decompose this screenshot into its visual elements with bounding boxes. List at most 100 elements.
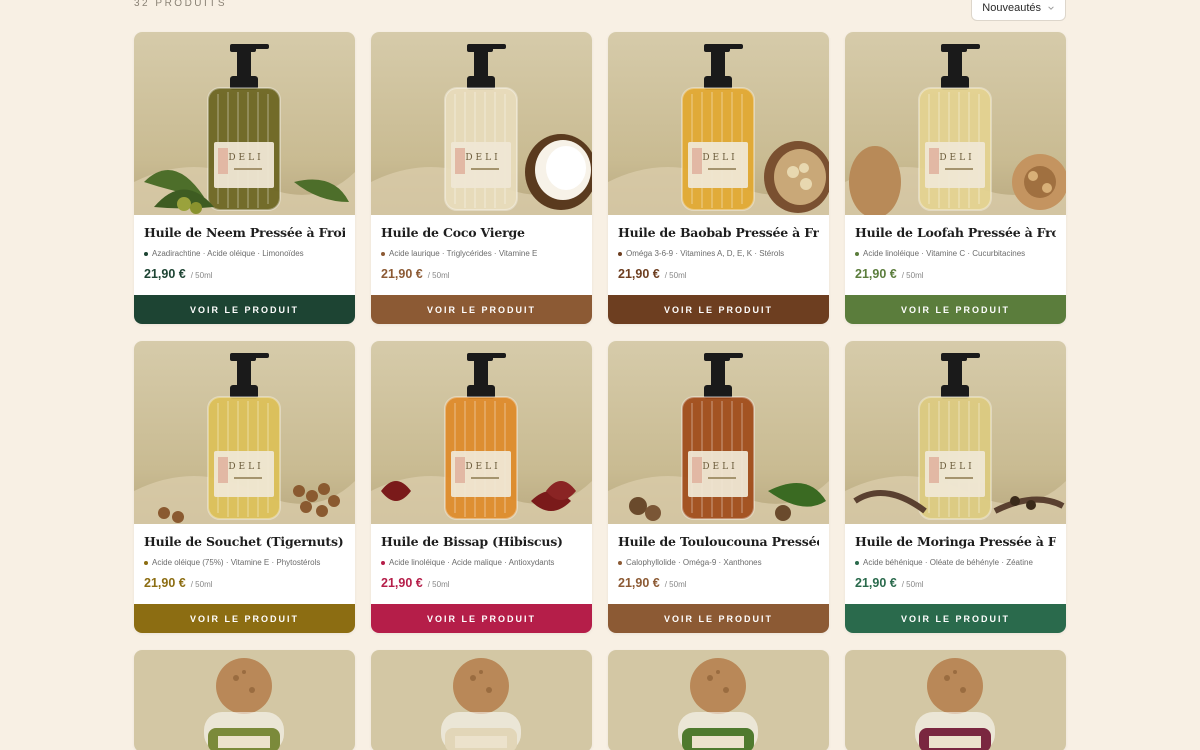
product-card[interactable]	[371, 650, 592, 750]
view-product-button[interactable]: VOIR LE PRODUIT	[608, 604, 829, 633]
product-card[interactable]: DELI Huile de Bissap (Hibiscus) Acide lino…	[371, 341, 592, 633]
product-name[interactable]: Huile de Neem Pressée à Froid	[144, 225, 345, 240]
product-card[interactable]: DELI Huile de Moringa Pressée à Froid Acid…	[845, 341, 1066, 633]
product-price: 21,90 €	[618, 267, 660, 281]
baobab-fruit	[764, 141, 829, 213]
view-product-button[interactable]: VOIR LE PRODUIT	[134, 295, 355, 324]
product-card[interactable]	[845, 650, 1066, 750]
product-image[interactable]: DELI	[845, 32, 1066, 215]
product-ingredients: Calophyllolide · Oméga-9 · Xanthones	[618, 558, 819, 567]
product-card[interactable]	[134, 650, 355, 750]
product-photo	[608, 650, 829, 750]
product-name[interactable]: Huile de Coco Vierge	[381, 225, 582, 240]
view-product-button[interactable]: VOIR LE PRODUIT	[845, 295, 1066, 324]
svg-text:DELI: DELI	[228, 462, 263, 472]
product-name[interactable]: Huile de Souchet (Tigernuts)	[144, 534, 345, 549]
ingredients-text: Acide béhénique · Oléate de béhényle · Z…	[863, 558, 1033, 567]
product-image[interactable]: DELI	[371, 32, 592, 215]
product-photo: DELI	[608, 341, 829, 524]
product-info: Huile de Touloucouna Pressée à Froid Calo…	[608, 524, 829, 604]
bullet-dot-icon	[855, 251, 859, 256]
product-info: Huile de Bissap (Hibiscus) Acide linoléiq…	[371, 524, 592, 604]
product-photo: DELI	[371, 341, 592, 524]
price-row: 21,90 € / 50ml	[618, 576, 819, 590]
ingredients-text: Azadirachtine · Acide oléique · Limonoïd…	[152, 249, 304, 258]
product-ingredients: Acide laurique · Triglycérides · Vitamin…	[381, 249, 582, 258]
product-image[interactable]: DELI	[845, 341, 1066, 524]
product-price: 21,90 €	[618, 576, 660, 590]
product-card[interactable]: DELI Huile de Loofah Pressée à Froid Acide…	[845, 32, 1066, 324]
product-info: Huile de Neem Pressée à Froid Azadirachti…	[134, 215, 355, 295]
product-card[interactable]: DELI Huile de Coco Vierge Acide laurique ·…	[371, 32, 592, 324]
product-ingredients: Azadirachtine · Acide oléique · Limonoïd…	[144, 249, 345, 258]
product-name[interactable]: Huile de Baobab Pressée à Froid	[618, 225, 819, 240]
product-photo	[134, 650, 355, 750]
product-card[interactable]	[608, 650, 829, 750]
view-product-button[interactable]: VOIR LE PRODUIT	[134, 604, 355, 633]
product-card[interactable]: DELI Huile de Neem Pressée à Froid Azadira…	[134, 32, 355, 324]
price-row: 21,90 € / 50ml	[381, 267, 582, 281]
product-info: Huile de Coco Vierge Acide laurique · Tri…	[371, 215, 592, 295]
view-product-button[interactable]: VOIR LE PRODUIT	[371, 295, 592, 324]
product-unit: / 50ml	[190, 271, 213, 280]
product-image[interactable]: DELI	[134, 32, 355, 215]
product-ingredients: Acide linoléique · Acide malique · Antio…	[381, 558, 582, 567]
svg-text:DELI: DELI	[939, 153, 974, 163]
view-product-button[interactable]: VOIR LE PRODUIT	[845, 604, 1066, 633]
bullet-dot-icon	[144, 560, 148, 565]
svg-text:DELI: DELI	[465, 153, 500, 163]
product-ingredients: Acide linoléique · Vitamine C · Cucurbit…	[855, 249, 1056, 258]
svg-text:DELI: DELI	[465, 462, 500, 472]
product-card[interactable]: DELI Huile de Souchet (Tigernuts) Acide ol…	[134, 341, 355, 633]
product-unit: / 50ml	[427, 580, 450, 589]
ingredients-text: Acide oléique (75%) · Vitamine E · Phyto…	[152, 558, 321, 567]
product-card[interactable]: DELI Huile de Touloucouna Pressée à Froid…	[608, 341, 829, 633]
product-image[interactable]: DELI	[371, 341, 592, 524]
product-info: Huile de Souchet (Tigernuts) Acide oléiqu…	[134, 524, 355, 604]
product-price: 21,90 €	[855, 267, 897, 281]
svg-text:DELI: DELI	[228, 153, 263, 163]
view-product-button[interactable]: VOIR LE PRODUIT	[608, 295, 829, 324]
product-image[interactable]	[845, 650, 1066, 750]
product-card[interactable]: DELI Huile de Baobab Pressée à Froid Oméga…	[608, 32, 829, 324]
product-grid: DELI Huile de Neem Pressée à Froid Azadira…	[134, 32, 1066, 750]
view-product-button[interactable]: VOIR LE PRODUIT	[371, 604, 592, 633]
product-unit: / 50ml	[664, 271, 687, 280]
product-image[interactable]: DELI	[608, 32, 829, 215]
bullet-dot-icon	[381, 251, 385, 256]
ingredients-text: Acide linoléique · Acide malique · Antio…	[389, 558, 555, 567]
ingredients-text: Calophyllolide · Oméga-9 · Xanthones	[626, 558, 762, 567]
product-ingredients: Acide béhénique · Oléate de béhényle · Z…	[855, 558, 1056, 567]
product-price: 21,90 €	[381, 267, 423, 281]
product-photo: DELI	[845, 341, 1066, 524]
product-image[interactable]: DELI	[608, 341, 829, 524]
product-image[interactable]	[371, 650, 592, 750]
product-image[interactable]	[134, 650, 355, 750]
ingredients-text: Oméga 3-6-9 · Vitamines A, D, E, K · Sté…	[626, 249, 785, 258]
ingredients-text: Acide laurique · Triglycérides · Vitamin…	[389, 249, 538, 258]
product-image[interactable]	[608, 650, 829, 750]
product-photo: DELI	[608, 32, 829, 215]
product-unit: / 50ml	[427, 271, 450, 280]
price-row: 21,90 € / 50ml	[144, 267, 345, 281]
product-photo	[845, 650, 1066, 750]
product-info: Huile de Baobab Pressée à Froid Oméga 3-6…	[608, 215, 829, 295]
product-unit: / 50ml	[190, 580, 213, 589]
product-photo: DELI	[134, 32, 355, 215]
product-unit: / 50ml	[901, 580, 924, 589]
bullet-dot-icon	[618, 560, 622, 565]
product-count: 32 PRODUITS	[134, 0, 228, 9]
svg-text:DELI: DELI	[939, 462, 974, 472]
product-name[interactable]: Huile de Moringa Pressée à Froid	[855, 534, 1056, 549]
product-name[interactable]: Huile de Touloucouna Pressée à Froid	[618, 534, 819, 549]
price-row: 21,90 € / 50ml	[618, 267, 819, 281]
ingredients-text: Acide linoléique · Vitamine C · Cucurbit…	[863, 249, 1026, 258]
svg-text:DELI: DELI	[702, 462, 737, 472]
price-row: 21,90 € / 50ml	[855, 267, 1056, 281]
product-name[interactable]: Huile de Loofah Pressée à Froid	[855, 225, 1056, 240]
product-name[interactable]: Huile de Bissap (Hibiscus)	[381, 534, 582, 549]
sort-dropdown[interactable]: Nouveautés	[971, 0, 1066, 21]
product-image[interactable]: DELI	[134, 341, 355, 524]
product-unit: / 50ml	[901, 271, 924, 280]
product-ingredients: Acide oléique (75%) · Vitamine E · Phyto…	[144, 558, 345, 567]
